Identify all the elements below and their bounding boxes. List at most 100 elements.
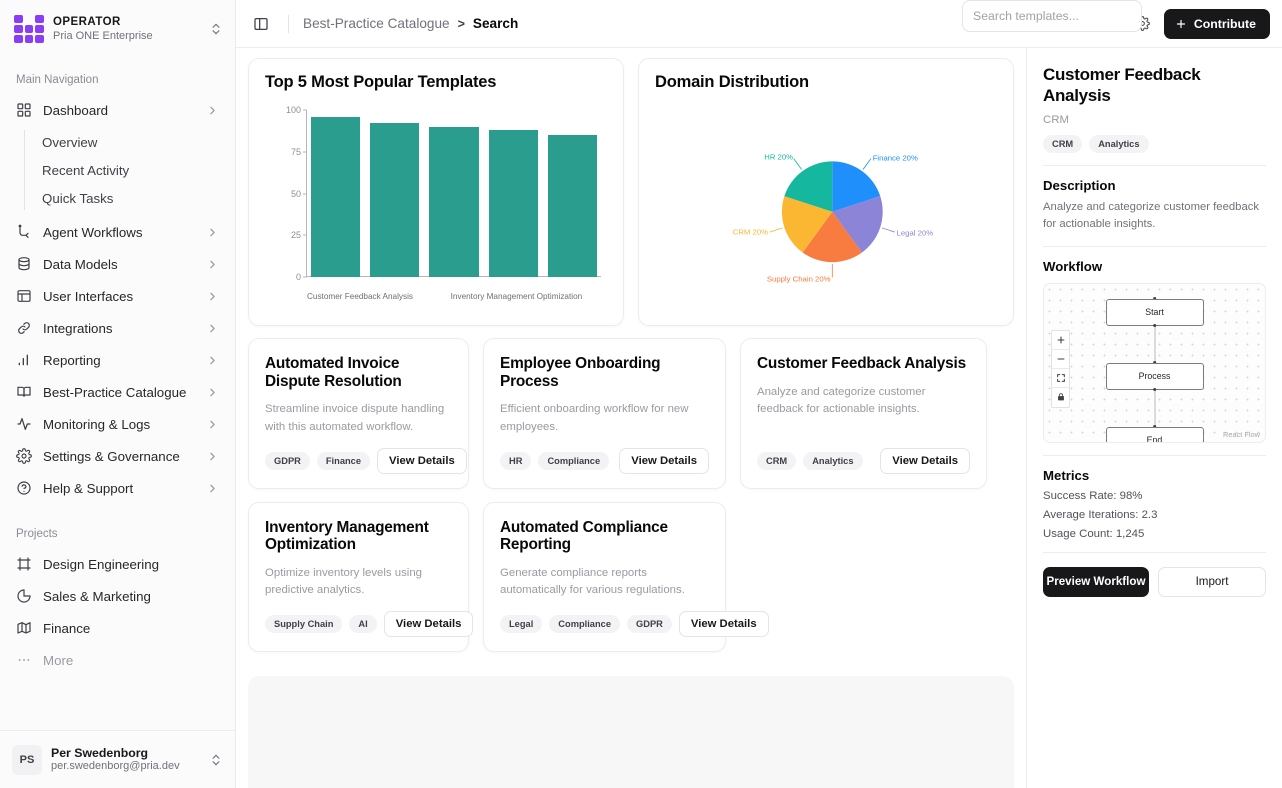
sidebar-item-sales-marketing[interactable]: Sales & Marketing bbox=[8, 580, 227, 612]
user-name: Per Swedenborg bbox=[51, 745, 149, 760]
template-card-inventory-management-optimization[interactable]: Inventory Management Optimization Optimi… bbox=[248, 501, 474, 653]
search-input[interactable] bbox=[962, 0, 1142, 32]
template-footer: GDPR Finance View Details bbox=[265, 447, 467, 474]
sidebar-item-label: Best-Practice Catalogue bbox=[43, 384, 187, 400]
breadcrumb-parent[interactable]: Best-Practice Catalogue bbox=[303, 16, 450, 31]
description-text: Analyze and categorize customer feedback… bbox=[1043, 200, 1260, 231]
tag-pill: Analytics bbox=[803, 451, 863, 470]
x-axis-labels: Customer Feedback Analysis··Inventory Ma… bbox=[307, 292, 601, 301]
workspace-switcher[interactable]: OPERATOR Pria ONE Enterprise bbox=[0, 0, 235, 58]
sidebar-item-overview[interactable]: Overview bbox=[32, 128, 235, 156]
grid-dots-icon bbox=[14, 15, 44, 43]
charts-row: Top 5 Most Popular Templates 0 25 50 75 100 … bbox=[248, 58, 1014, 326]
sidebar-item-quick-tasks[interactable]: Quick Tasks bbox=[32, 184, 235, 212]
topbar-actions: Contribute bbox=[962, 0, 1270, 39]
view-details-button[interactable]: View Details bbox=[678, 611, 769, 638]
view-details-button[interactable]: View Details bbox=[880, 447, 970, 474]
sidebar: OPERATOR Pria ONE Enterprise Main Naviga… bbox=[0, 0, 236, 788]
view-details-button[interactable]: View Details bbox=[619, 447, 709, 474]
sidebar-item-best-practice-catalogue[interactable]: Best-Practice Catalogue bbox=[8, 376, 227, 408]
topbar-divider bbox=[288, 14, 289, 33]
sidebar-item-integrations[interactable]: Integrations bbox=[8, 312, 227, 344]
sidebar-item-label: Design Engineering bbox=[43, 556, 160, 572]
main-area: Best-Practice Catalogue > Search Contrib… bbox=[236, 0, 1282, 788]
sidebar-item-finance[interactable]: Finance bbox=[8, 612, 227, 644]
tag-pill: GDPR bbox=[627, 615, 672, 634]
workflow-canvas[interactable]: Start Process End React Flow bbox=[1043, 282, 1266, 443]
contribute-button[interactable]: Contribute bbox=[1163, 8, 1270, 39]
link-icon bbox=[18, 322, 30, 334]
sidebar-item-agent-workflows[interactable]: Agent Workflows bbox=[8, 216, 227, 248]
breadcrumb-separator: > bbox=[457, 16, 465, 31]
sidebar-item-label: Reporting bbox=[43, 352, 101, 368]
sidebar-item-dashboard[interactable]: Dashboard bbox=[8, 94, 227, 126]
template-row: Inventory Management Optimization Optimi… bbox=[248, 501, 1014, 653]
flow-node-start[interactable]: Start bbox=[1105, 298, 1204, 326]
bars-group bbox=[307, 110, 601, 277]
sidebar-item-help-support[interactable]: Help & Support bbox=[8, 472, 227, 504]
tag-pill: Finance bbox=[316, 451, 371, 470]
chevron-right-icon bbox=[210, 260, 215, 268]
sidebar-item-label: Finance bbox=[43, 620, 91, 636]
chevron-right-icon bbox=[210, 292, 215, 300]
domain-distribution-chart-card: Domain Distribution Finance 20% Legal 20%… bbox=[638, 58, 1014, 326]
flow-handle bbox=[1152, 323, 1157, 328]
sidebar-item-settings-governance[interactable]: Settings & Governance bbox=[8, 440, 227, 472]
flow-fit-view-button[interactable] bbox=[1052, 369, 1069, 388]
flow-edge bbox=[1154, 389, 1155, 430]
view-details-button[interactable]: View Details bbox=[383, 611, 474, 638]
tag-pill: CRM bbox=[757, 451, 797, 470]
template-card-employee-onboarding-process[interactable]: Employee Onboarding Process Efficient on… bbox=[483, 338, 726, 489]
user-email: per.swedenborg@pria.dev bbox=[51, 760, 180, 773]
flow-zoom-in-button[interactable] bbox=[1052, 331, 1069, 350]
bar[interactable] bbox=[429, 126, 479, 277]
sidebar-item-data-models[interactable]: Data Models bbox=[8, 248, 227, 280]
flow-edge bbox=[1154, 325, 1155, 366]
preview-workflow-button[interactable]: Preview Workflow bbox=[1043, 566, 1149, 597]
bar[interactable] bbox=[311, 116, 361, 277]
bar[interactable] bbox=[370, 123, 420, 277]
pie-leader-line bbox=[769, 227, 783, 233]
template-footer: HR Compliance View Details bbox=[500, 447, 709, 474]
tag-pill: Compliance bbox=[538, 451, 610, 470]
help-circle-icon bbox=[17, 481, 31, 495]
sidebar-item-monitoring-logs[interactable]: Monitoring & Logs bbox=[8, 408, 227, 440]
sidebar-item-more[interactable]: More bbox=[8, 644, 227, 676]
metric-average-iterations: Average Iterations: 2.3 bbox=[1043, 508, 1158, 521]
sidebar-toggle-button[interactable] bbox=[248, 11, 274, 37]
template-card-automated-invoice-dispute-resolution[interactable]: Automated Invoice Dispute Resolution Str… bbox=[248, 338, 469, 489]
metric-usage-count: Usage Count: 1,245 bbox=[1043, 527, 1145, 540]
sidebar-item-label: Monitoring & Logs bbox=[43, 416, 151, 432]
template-description: Analyze and categorize customer feedback… bbox=[757, 385, 926, 415]
user-account-switcher[interactable]: PS Per Swedenborg per.swedenborg@pria.de… bbox=[0, 730, 235, 788]
flow-node-end[interactable]: End bbox=[1105, 426, 1204, 442]
flow-zoom-out-button[interactable] bbox=[1052, 350, 1069, 369]
chevron-right-icon bbox=[210, 420, 215, 428]
view-details-button[interactable]: View Details bbox=[377, 447, 467, 474]
nav-section-label-projects: Projects bbox=[16, 528, 58, 540]
template-description: Streamline invoice dispute handling with… bbox=[265, 403, 445, 433]
chart-title: Top 5 Most Popular Templates bbox=[265, 73, 497, 91]
template-title: Employee Onboarding Process bbox=[500, 355, 661, 390]
plus-icon bbox=[1057, 336, 1064, 343]
import-button[interactable]: Import bbox=[1158, 566, 1266, 597]
bar[interactable] bbox=[547, 135, 598, 277]
sidebar-item-label: Sales & Marketing bbox=[43, 588, 151, 604]
template-card-automated-compliance-reporting[interactable]: Automated Compliance Reporting Generate … bbox=[483, 501, 769, 653]
sidebar-item-reporting[interactable]: Reporting bbox=[8, 344, 227, 376]
template-footer: CRM Analytics View Details bbox=[757, 447, 970, 474]
detail-domain: CRM bbox=[1043, 113, 1069, 126]
sidebar-item-design-engineering[interactable]: Design Engineering bbox=[8, 548, 227, 580]
flow-node-process[interactable]: Process bbox=[1105, 362, 1204, 390]
divider bbox=[1043, 245, 1266, 247]
bar-chart-icon bbox=[18, 354, 28, 366]
gear-icon bbox=[16, 448, 32, 464]
template-card-customer-feedback-analysis[interactable]: Customer Feedback Analysis Analyze and c… bbox=[740, 338, 987, 489]
bar[interactable] bbox=[488, 130, 538, 277]
chevron-right-icon bbox=[210, 228, 215, 236]
sidebar-item-recent-activity[interactable]: Recent Activity bbox=[32, 156, 235, 184]
flow-lock-button[interactable] bbox=[1052, 388, 1069, 407]
x-tick-label: Customer Feedback Analysis bbox=[307, 292, 414, 301]
sidebar-item-user-interfaces[interactable]: User Interfaces bbox=[8, 280, 227, 312]
